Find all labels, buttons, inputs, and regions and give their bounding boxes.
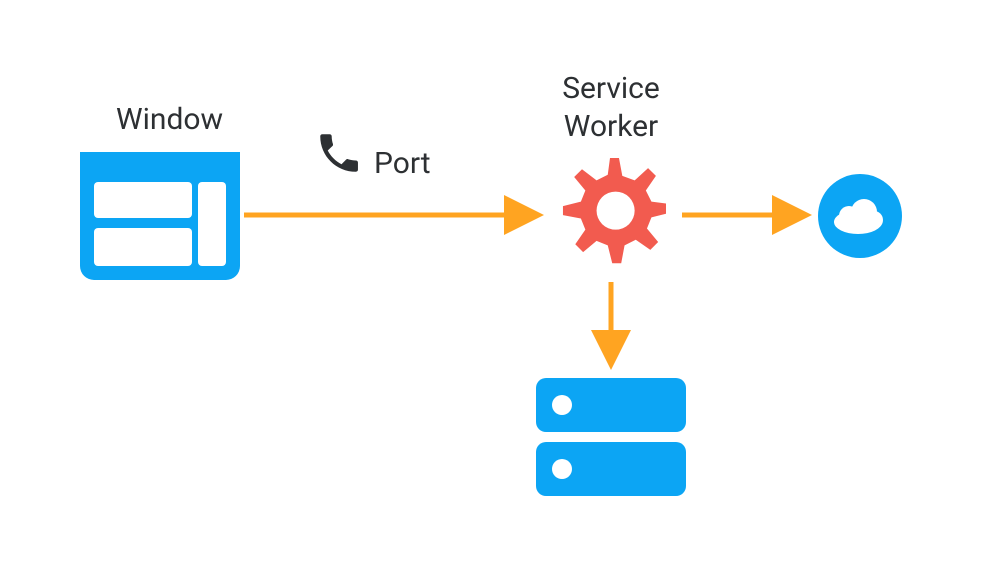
browser-window-icon (80, 152, 240, 284)
server-icon (536, 378, 686, 502)
gear-icon (554, 158, 666, 274)
service-worker-label-line2: Worker (564, 109, 658, 144)
service-worker-label-line1: Service (562, 71, 660, 106)
service-worker-label: Service Worker (541, 70, 681, 145)
arrow-serviceworker-to-cloud (682, 205, 812, 225)
window-label: Window (116, 101, 223, 139)
arrow-window-to-serviceworker (244, 205, 544, 225)
cloud-icon (818, 174, 902, 262)
arrow-serviceworker-to-cache (601, 282, 621, 370)
port-label: Port (374, 145, 431, 183)
phone-icon (314, 128, 364, 182)
